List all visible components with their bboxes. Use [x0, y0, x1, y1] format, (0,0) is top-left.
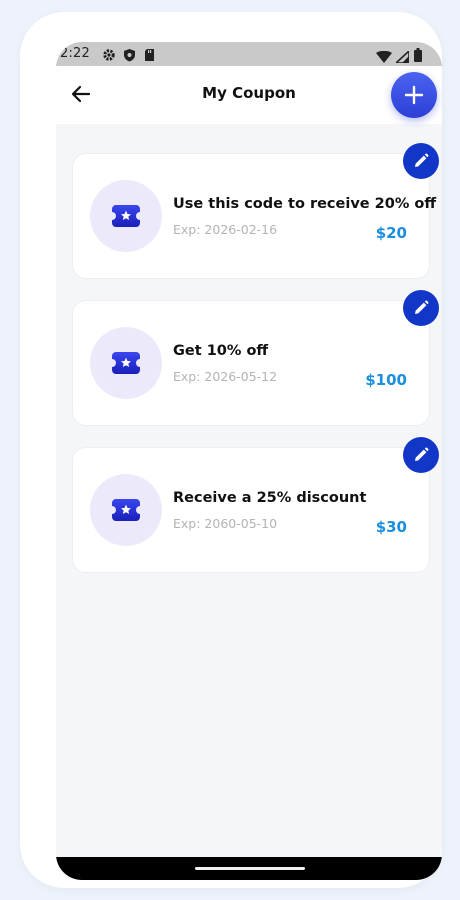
coupon-card[interactable]: Receive a 25% discount Exp: 2060-05-10 $… — [72, 447, 430, 573]
edit-coupon-button[interactable] — [403, 290, 439, 326]
coupon-expiry: Exp: 2026-05-12 — [173, 369, 278, 384]
pencil-icon — [415, 300, 429, 314]
add-coupon-button[interactable] — [391, 72, 437, 118]
app-header: My Coupon — [56, 66, 442, 124]
status-time: 2:22 — [60, 46, 90, 61]
home-indicator[interactable] — [195, 867, 305, 870]
ticket-icon — [112, 352, 140, 374]
edit-coupon-button[interactable] — [403, 437, 439, 473]
ticket-icon — [112, 205, 140, 227]
page-title: My Coupon — [202, 84, 296, 102]
plus-icon — [404, 85, 424, 105]
system-nav-bar — [56, 857, 442, 880]
pencil-icon — [415, 153, 429, 167]
coupon-amount: $30 — [375, 518, 407, 536]
app-screen: 2:22 My Coupon Use this code to receive … — [56, 42, 442, 880]
coupon-card[interactable]: Get 10% off Exp: 2026-05-12 $100 — [72, 300, 430, 426]
edit-coupon-button[interactable] — [403, 143, 439, 179]
coupon-amount: $20 — [375, 224, 407, 242]
coupon-expiry: Exp: 2026-02-16 — [173, 222, 278, 237]
coupon-badge — [90, 474, 162, 546]
coupon-amount: $100 — [365, 371, 407, 389]
coupon-expiry: Exp: 2060-05-10 — [173, 516, 278, 531]
coupon-badge — [90, 180, 162, 252]
phone-frame: 2:22 My Coupon Use this code to receive … — [20, 12, 442, 888]
coupon-card[interactable]: Use this code to receive 20% off Exp: 20… — [72, 153, 437, 279]
arrow-left-icon[interactable] — [70, 83, 92, 105]
pencil-icon — [415, 447, 429, 461]
coupon-title: Use this code to receive 20% off — [173, 196, 437, 212]
ticket-icon — [112, 499, 140, 521]
coupon-title: Receive a 25% discount — [173, 490, 367, 506]
status-bar: 2:22 — [56, 42, 442, 66]
coupon-title: Get 10% off — [173, 343, 269, 359]
coupon-badge — [90, 327, 162, 399]
